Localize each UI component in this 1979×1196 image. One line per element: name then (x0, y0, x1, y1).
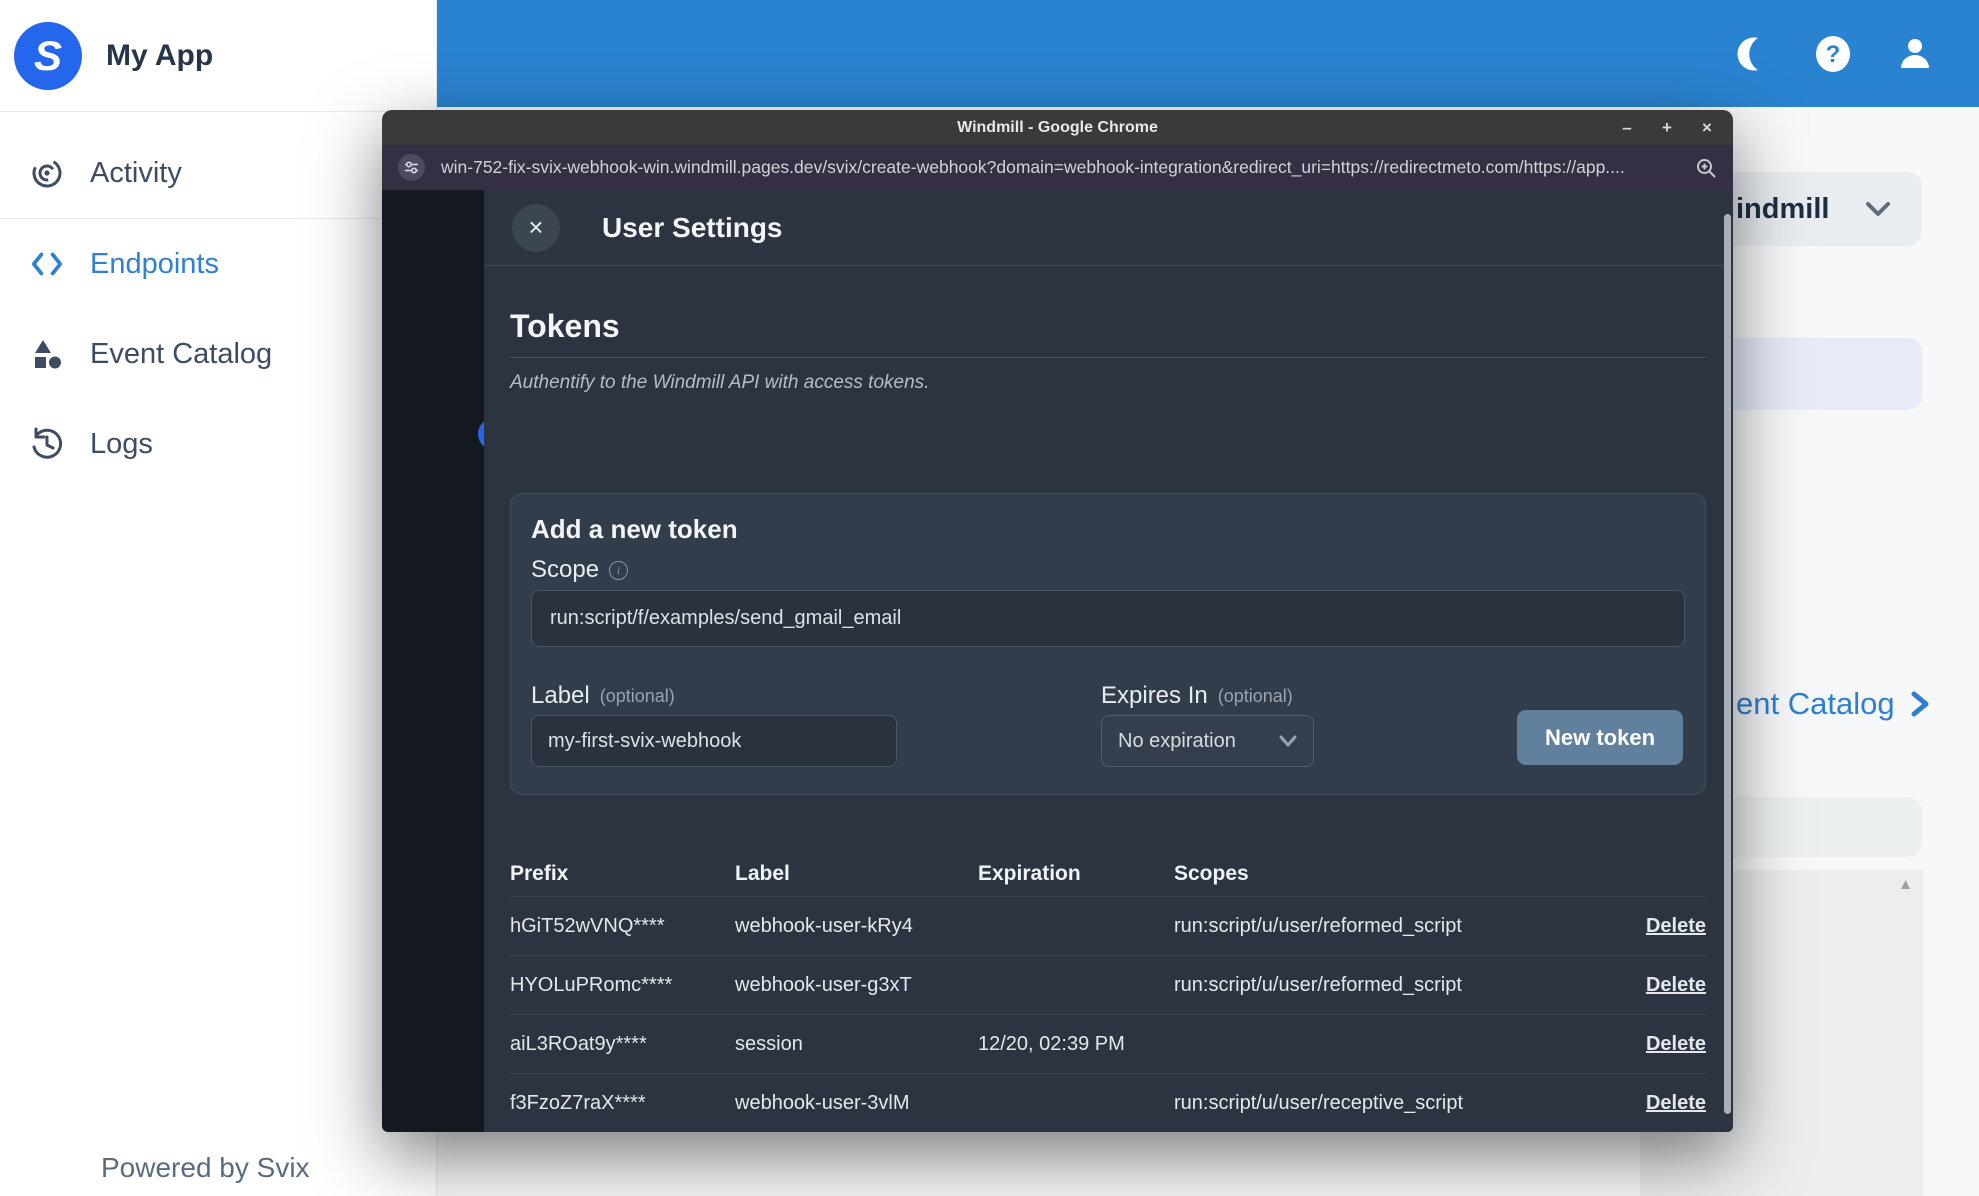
zoom-magnifier-icon[interactable] (1695, 157, 1717, 179)
token-prefix: HYOLuPRomc**** (510, 973, 673, 996)
event-catalog-link-label: ent Catalog (1736, 686, 1895, 721)
svg-text:?: ? (1826, 41, 1841, 68)
sidebar-item-endpoints[interactable]: Endpoints (0, 219, 436, 309)
col-header-label: Label (735, 861, 790, 885)
user-icon[interactable] (1895, 34, 1935, 74)
tokens-table: Prefix Label Expiration Scopes hGiT52wVN… (510, 851, 1706, 1132)
table-row: hGiT52wVNQ**** webhook-user-kRy4 run:scr… (510, 896, 1706, 955)
modal-scrollbar[interactable] (1724, 214, 1731, 1114)
token-scopes: run:script/u/user/reformed_script (1174, 973, 1462, 996)
modal-title: User Settings (602, 211, 783, 243)
token-label: webhook-user-3vlM (735, 1091, 910, 1114)
minimize-button[interactable]: – (1607, 110, 1647, 145)
close-window-button[interactable]: × (1687, 110, 1727, 145)
svix-logo: S (14, 21, 82, 90)
url-bar[interactable]: win-752-fix-svix-webhook-win.windmill.pa… (382, 145, 1733, 190)
add-token-heading: Add a new token (531, 514, 738, 544)
endpoints-icon (30, 247, 64, 281)
chevron-down-icon (1277, 734, 1299, 748)
sidebar-item-label: Logs (90, 427, 153, 460)
token-scopes: run:script/u/user/receptive_script (1174, 1091, 1464, 1114)
info-icon: i (609, 560, 629, 580)
add-token-card: Add a new token Scope i Label (optional) (510, 493, 1706, 795)
delete-token-link[interactable]: Delete (1616, 1092, 1706, 1115)
token-label-input[interactable] (531, 715, 897, 767)
expires-in-select[interactable]: No expiration (1101, 715, 1314, 767)
label-label: Label (531, 682, 590, 709)
help-icon[interactable]: ? (1813, 34, 1853, 74)
sidebar-item-label: Activity (90, 156, 182, 189)
label-optional: (optional) (599, 685, 675, 706)
token-prefix: f3FzoZ7raX**** (510, 1091, 646, 1114)
user-settings-modal: × User Settings Tokens Authentify to the… (484, 190, 1733, 1132)
token-label: session (735, 1032, 803, 1055)
col-header-expiration: Expiration (978, 861, 1081, 885)
app-brand: S My App (0, 0, 436, 112)
delete-token-link[interactable]: Delete (1616, 1033, 1706, 1056)
token-label: webhook-user-kRy4 (735, 914, 913, 937)
site-settings-icon[interactable] (398, 154, 425, 181)
modal-header: × User Settings (484, 190, 1733, 266)
sidebar-item-event-catalog[interactable]: Event Catalog (0, 309, 436, 399)
screen: indmill ent Catalog ▲ ? S My App Activit… (0, 0, 1979, 1196)
token-prefix: aiL3ROat9y**** (510, 1032, 647, 1055)
close-modal-button[interactable]: × (512, 203, 560, 252)
app-header: ? (437, 0, 1979, 107)
new-token-button[interactable]: New token (1517, 710, 1683, 765)
expires-optional: (optional) (1217, 685, 1293, 706)
logs-history-icon (30, 427, 64, 461)
event-catalog-icon (30, 337, 64, 371)
window-title: Windmill - Google Chrome (957, 118, 1158, 136)
app-title: My App (106, 38, 214, 72)
maximize-button[interactable]: + (1647, 110, 1687, 145)
window-titlebar: Windmill - Google Chrome – + × (382, 110, 1733, 145)
chevron-right-icon (1911, 691, 1929, 717)
url-text[interactable]: win-752-fix-svix-webhook-win.windmill.pa… (441, 157, 1681, 178)
webpage: × User Settings Tokens Authentify to the… (382, 190, 1733, 1132)
token-expiration: 12/20, 02:39 PM (978, 1032, 1125, 1055)
expires-in-value: No expiration (1118, 729, 1236, 752)
activity-icon (30, 156, 64, 190)
col-header-prefix: Prefix (510, 861, 569, 885)
sidebar-item-activity[interactable]: Activity (0, 128, 436, 218)
tokens-description: Authentify to the Windmill API with acce… (510, 372, 930, 393)
col-header-scopes: Scopes (1174, 861, 1249, 885)
token-scopes: run:script/u/user/reformed_script (1174, 914, 1462, 937)
table-row: aiL3ROat9y**** session 12/20, 02:39 PM D… (510, 1014, 1706, 1073)
chrome-window: Windmill - Google Chrome – + × win-752-f… (382, 110, 1733, 1132)
tokens-heading: Tokens (510, 308, 1706, 358)
scroll-up-arrow[interactable]: ▲ (1898, 876, 1913, 893)
delete-token-link[interactable]: Delete (1616, 974, 1706, 997)
chevron-down-icon (1863, 199, 1893, 219)
workspace-name: indmill (1736, 192, 1830, 225)
scope-input[interactable] (531, 590, 1685, 647)
scope-label: Scope (531, 556, 600, 583)
delete-token-link[interactable]: Delete (1616, 915, 1706, 938)
token-prefix: hGiT52wVNQ**** (510, 914, 665, 937)
sidebar-item-label: Event Catalog (90, 337, 273, 370)
sidebar-item-logs[interactable]: Logs (0, 399, 436, 489)
event-catalog-link[interactable]: ent Catalog (1736, 686, 1931, 722)
table-row: HYOLuPRomc**** webhook-user-g3xT run:scr… (510, 955, 1706, 1014)
sidebar: S My App Activity Endpoints Event Catalo… (0, 0, 437, 1196)
expires-in-label: Expires In (1101, 682, 1208, 709)
token-label: webhook-user-g3xT (735, 973, 912, 996)
table-row: f3FzoZ7raX**** webhook-user-3vlM run:scr… (510, 1073, 1706, 1132)
dark-mode-moon-icon[interactable] (1731, 34, 1771, 74)
sidebar-item-label: Endpoints (90, 247, 219, 280)
table-header-row: Prefix Label Expiration Scopes (510, 851, 1706, 896)
powered-by-svix: Powered by Svix (101, 1152, 310, 1183)
